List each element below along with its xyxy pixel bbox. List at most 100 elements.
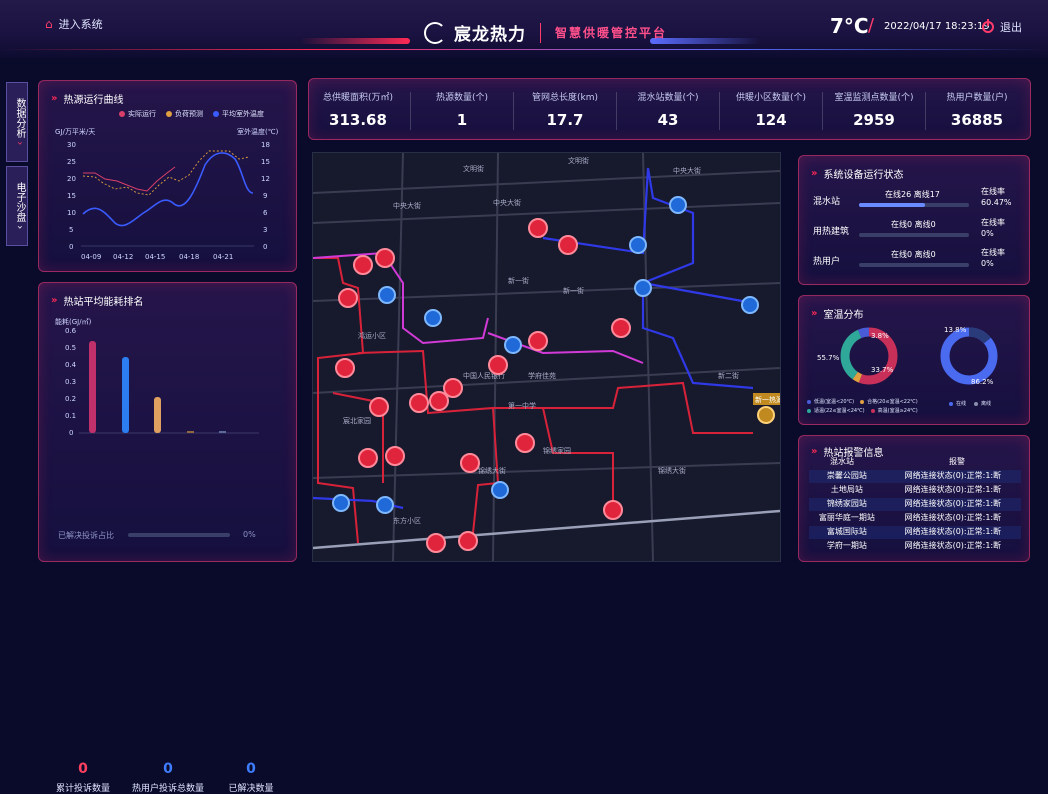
resolved-ratio-value: 0% [243, 530, 256, 539]
station-marker[interactable] [611, 318, 631, 338]
y-tick: 20 [67, 175, 76, 183]
brand-name: 宸龙热力 [454, 25, 526, 45]
station-marker[interactable] [376, 496, 394, 514]
alarm-station: 锦绣家园站 [826, 499, 867, 508]
y-tick: 15 [67, 192, 76, 200]
platform-title: 智慧供暖管控平台 [555, 26, 668, 40]
logout-label: 退出 [1000, 21, 1022, 34]
y2-tick: 15 [261, 158, 270, 166]
logout-button[interactable]: 退出 [982, 19, 1022, 35]
y-tick: 0.1 [65, 412, 76, 420]
device-status-title: » 系统设备运行状态 [811, 166, 903, 181]
enter-system-link[interactable]: ⌂ 进入系统 [45, 16, 103, 32]
station-marker[interactable] [335, 358, 355, 378]
station-marker[interactable] [409, 393, 429, 413]
stat-label: 供暖小区数量(个) [735, 93, 807, 103]
map-road [392, 153, 404, 561]
resolved-ratio-bar [128, 533, 230, 537]
map-label: 中央大街 [673, 166, 701, 175]
stat-divider [513, 92, 514, 130]
station-marker[interactable] [378, 286, 396, 304]
station-marker[interactable] [369, 397, 389, 417]
user-complaints: 0 热用户投诉总数量 [127, 761, 209, 794]
alarm-station: 土地局站 [830, 485, 863, 494]
y-tick: 0 [69, 243, 73, 251]
station-marker[interactable] [528, 331, 548, 351]
y-tick: 0.3 [65, 378, 76, 386]
bar-4 [187, 431, 194, 433]
alarm-header: 混水站 报警 [799, 456, 1029, 467]
table-row[interactable]: 锦绣家园站 网络连接状态(0):正常:1:断 [809, 498, 1021, 511]
station-marker[interactable] [629, 236, 647, 254]
status-row-name: 用热建筑 [813, 227, 850, 237]
alarm-text: 网络连接状态(0):正常:1:断 [904, 541, 1002, 550]
table-row[interactable]: 富城国际站 网络连接状态(0):正常:1:断 [809, 526, 1021, 539]
y-tick: 10 [67, 209, 76, 217]
station-marker[interactable] [353, 255, 373, 275]
legend-offline-swatch [974, 401, 979, 406]
tab-data-analysis[interactable]: 数据分析 › [6, 82, 28, 162]
brand: 宸龙热力 智慧供暖管控平台 [424, 20, 667, 45]
station-marker[interactable] [426, 533, 446, 553]
station-marker[interactable] [385, 446, 405, 466]
legend-comfort: 适温(22≤室温<24℃) [807, 407, 865, 414]
alarm-station: 富城国际站 [826, 527, 867, 536]
station-marker[interactable] [443, 378, 463, 398]
station-marker[interactable] [491, 481, 509, 499]
status-row-detail: 在线0 离线0 [891, 220, 936, 229]
station-marker[interactable] [338, 288, 358, 308]
legend-high: 高温(室温≥24℃) [870, 407, 918, 414]
table-row[interactable]: 学府一期站 网络连接状态(0):正常:1:断 [809, 540, 1021, 553]
status-row-detail: 在线26 离线17 [885, 190, 940, 199]
station-marker[interactable] [424, 309, 442, 327]
map-label: 学府佳苑 [528, 371, 556, 380]
tab-sandbox[interactable]: 电子沙盘 › [6, 166, 28, 246]
chevron-right-icon: » [811, 168, 818, 179]
station-marker[interactable] [558, 235, 578, 255]
x-tick: 04-09 [81, 253, 101, 261]
legend-high-swatch [870, 408, 875, 413]
station-marker[interactable] [504, 336, 522, 354]
pipe-red [542, 407, 614, 503]
table-row[interactable]: 土地局站 网络连接状态(0):正常:1:断 [809, 484, 1021, 497]
map-label: 锦绣家园 [543, 446, 571, 455]
station-marker[interactable] [375, 248, 395, 268]
alarm-station: 崇馨公园站 [826, 471, 867, 480]
station-marker[interactable] [528, 218, 548, 238]
heat-source-marker[interactable] [757, 406, 775, 424]
stat-label: 总供暖面积(万㎡) [322, 93, 394, 103]
legend-low-swatch [807, 399, 811, 404]
map-label: 锦绣大街 [478, 466, 506, 475]
network-map[interactable]: 中央大街 中央大街 中央大街 新一街 新一街 新二街 锦绣大街 锦绣大街 文明街… [312, 152, 781, 562]
chevron-right-icon: › [14, 225, 25, 230]
energy-rank-title: » 热站平均能耗排名 [51, 293, 143, 308]
station-marker[interactable] [515, 433, 535, 453]
outdoor-temp-line [82, 152, 254, 227]
map-label: 文明街 [463, 164, 484, 173]
chevron-right-icon: › [14, 141, 25, 146]
station-marker[interactable] [429, 391, 449, 411]
stat-value: 36885 [950, 111, 1004, 129]
map-road [313, 170, 780, 194]
station-marker[interactable] [458, 531, 478, 551]
station-marker[interactable] [460, 453, 480, 473]
station-marker[interactable] [741, 296, 759, 314]
energy-rank-title-text: 热站平均能耗排名 [63, 297, 144, 308]
donut2-label: 86.2% [971, 378, 994, 386]
y2-tick: 9 [263, 192, 267, 200]
x-tick: 04-18 [179, 253, 199, 261]
station-marker[interactable] [332, 494, 350, 512]
station-marker[interactable] [603, 500, 623, 520]
alarm-station: 学府一期站 [826, 541, 867, 550]
station-marker[interactable] [669, 196, 687, 214]
station-marker[interactable] [634, 279, 652, 297]
table-row[interactable]: 崇馨公园站 网络连接状态(0):正常:1:断 [809, 470, 1021, 483]
map-label: 新一街 [508, 276, 529, 285]
station-marker[interactable] [488, 355, 508, 375]
station-marker[interactable] [358, 448, 378, 468]
heat-curve-chart: 30 25 20 15 10 5 0 18 15 12 9 6 3 0 04-0… [67, 141, 270, 261]
donut1-label: 3.8% [871, 332, 889, 340]
map-label: 新二街 [718, 371, 739, 380]
complaint-total-value: 0 [78, 761, 88, 777]
table-row[interactable]: 富丽华庭一期站 网络连接状态(0):正常:1:断 [809, 512, 1021, 525]
